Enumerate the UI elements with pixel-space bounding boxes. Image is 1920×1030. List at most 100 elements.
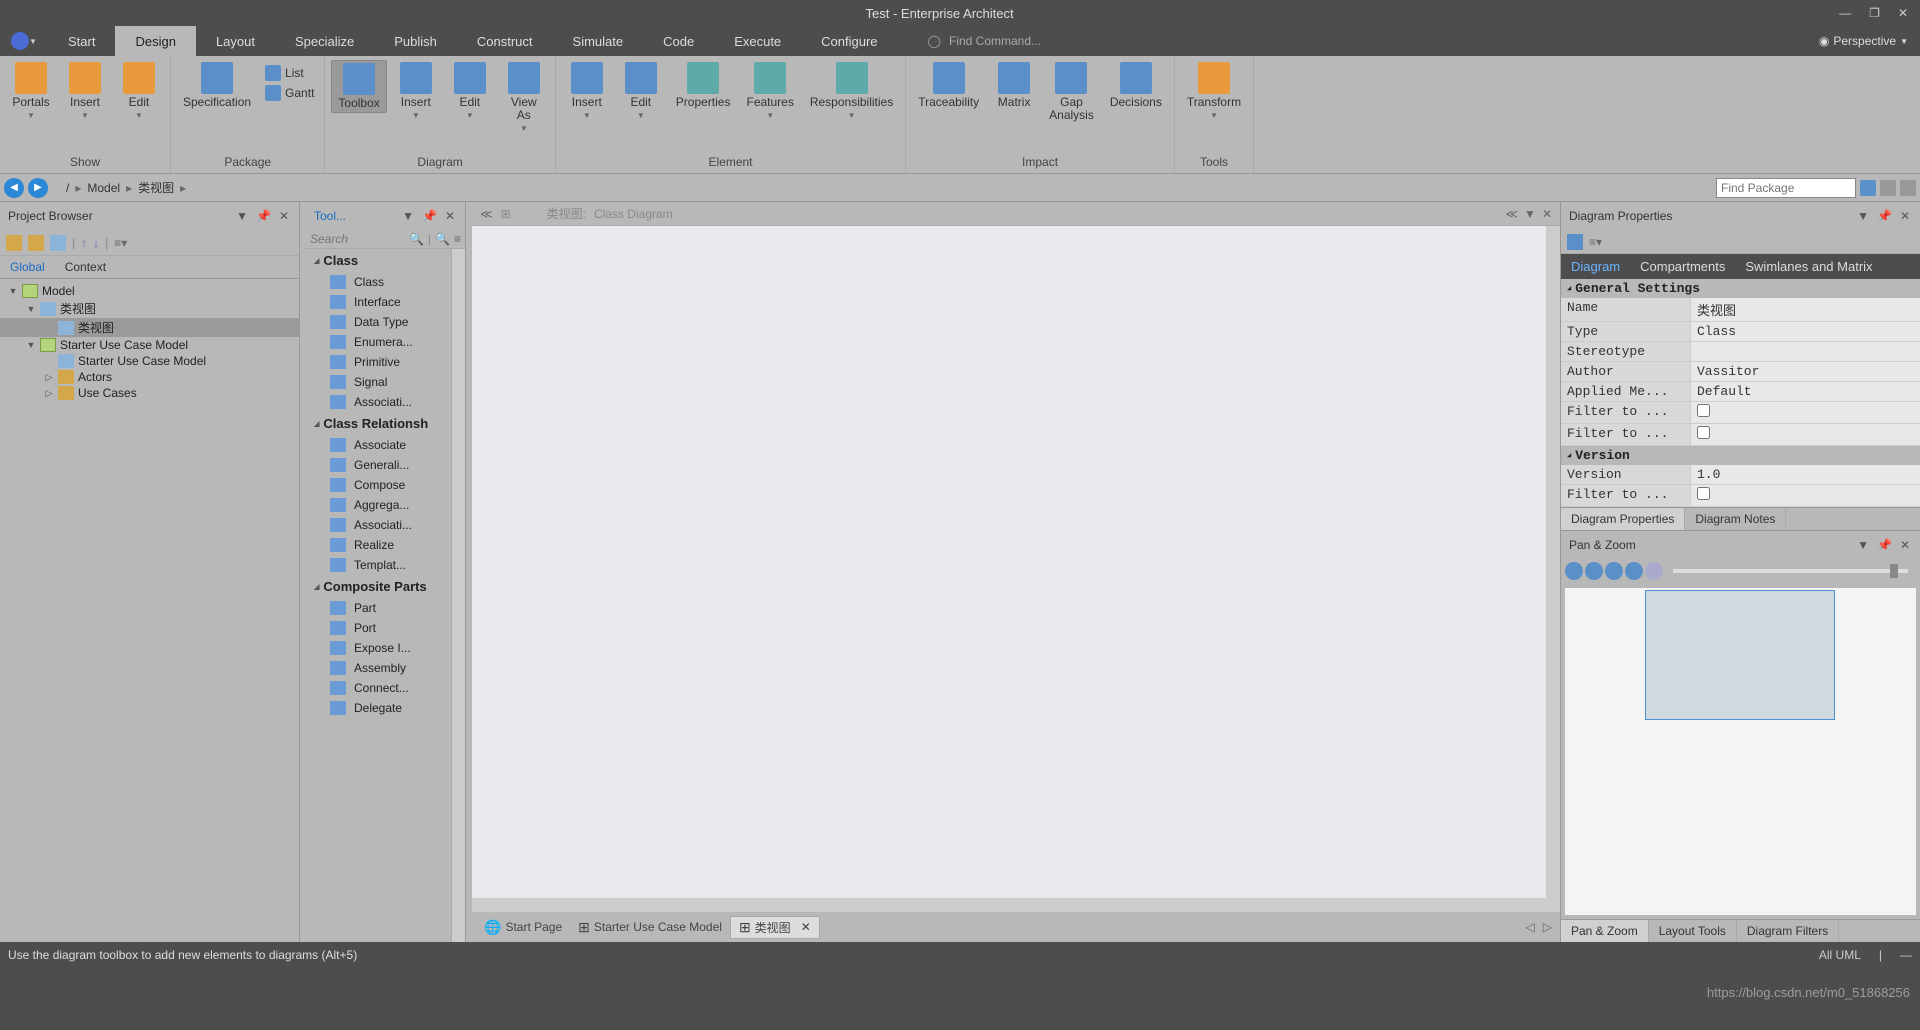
bottom-tab[interactable]: Diagram Properties	[1561, 508, 1685, 530]
toolbox-search-input[interactable]	[310, 232, 405, 246]
up-icon[interactable]: ↑	[81, 236, 87, 250]
down-icon[interactable]: ↓	[93, 236, 99, 250]
menu-simulate[interactable]: Simulate	[553, 26, 644, 56]
search-icon[interactable]: 🔍	[435, 232, 450, 246]
canvas-tab[interactable]: ⊞Starter Use Case Model	[570, 917, 730, 938]
checkbox[interactable]	[1697, 487, 1710, 500]
find-package-input[interactable]	[1716, 178, 1856, 198]
props-row[interactable]: Applied Me...Default	[1561, 382, 1920, 402]
pin-icon[interactable]: 📌	[420, 209, 439, 223]
bottom-tab[interactable]: Diagram Notes	[1685, 508, 1786, 530]
checkbox[interactable]	[1697, 404, 1710, 417]
toolbox-item[interactable]: Associati...	[306, 515, 451, 535]
features-button[interactable]: Features▼	[740, 60, 799, 122]
project-tree[interactable]: ▼Model▼类视图类视图▼Starter Use Case ModelStar…	[0, 279, 299, 942]
diagram-icon[interactable]	[50, 235, 66, 251]
props-row[interactable]: AuthorVassitor	[1561, 362, 1920, 382]
canvas-tab[interactable]: 🌐Start Page	[476, 917, 570, 938]
menu-code[interactable]: Code	[643, 26, 714, 56]
gantt-button[interactable]: Gantt	[261, 84, 318, 102]
menu-execute[interactable]: Execute	[714, 26, 801, 56]
save-icon[interactable]	[1567, 234, 1583, 250]
tree-node[interactable]: 类视图	[0, 318, 299, 337]
toolbox-item[interactable]: Class	[306, 272, 451, 292]
toolbox-item[interactable]: Assembly	[306, 658, 451, 678]
minimize-button[interactable]: —	[1839, 6, 1851, 20]
toolbox-item[interactable]: Connect...	[306, 678, 451, 698]
tree-node[interactable]: ▼Starter Use Case Model	[0, 337, 299, 353]
search-icon[interactable]: 🔍	[409, 232, 424, 246]
bottom-tab[interactable]: Pan & Zoom	[1561, 920, 1649, 942]
toolbox-item[interactable]: Templat...	[306, 555, 451, 575]
tree-node[interactable]: ▼类视图	[0, 299, 299, 318]
dropdown-icon[interactable]: ▼	[400, 209, 416, 223]
tree-node[interactable]: ▷Actors	[0, 369, 299, 385]
tree-node[interactable]: ▼Model	[0, 283, 299, 299]
menu-icon[interactable]: ≡▾	[114, 236, 127, 250]
props-section-header[interactable]: Version	[1561, 446, 1920, 465]
pb-tab-global[interactable]: Global	[0, 256, 55, 278]
specification-button[interactable]: Specification	[177, 60, 257, 111]
edit-element-button[interactable]: Edit▼	[616, 60, 666, 122]
toolbox-item[interactable]: Compose	[306, 475, 451, 495]
breadcrumb-item[interactable]: Model	[85, 181, 122, 195]
properties-grid[interactable]: General SettingsName类视图TypeClassStereoty…	[1561, 279, 1920, 507]
bottom-tab[interactable]: Layout Tools	[1649, 920, 1737, 942]
toolbox-item[interactable]: Signal	[306, 372, 451, 392]
menu-configure[interactable]: Configure	[801, 26, 897, 56]
transform-button[interactable]: Transform▼	[1181, 60, 1247, 122]
props-row[interactable]: Filter to ...	[1561, 424, 1920, 446]
dropdown-icon[interactable]: ▼	[1524, 207, 1536, 221]
zoom-out-icon[interactable]: —	[1900, 948, 1912, 962]
new-icon[interactable]	[6, 235, 22, 251]
props-tab[interactable]: Swimlanes and Matrix	[1735, 254, 1882, 279]
toolbox-category[interactable]: Composite Parts	[306, 575, 451, 598]
toolbox-item[interactable]: Delegate	[306, 698, 451, 718]
close-icon[interactable]: ✕	[443, 209, 457, 223]
menu-layout[interactable]: Layout	[196, 26, 275, 56]
props-row[interactable]: TypeClass	[1561, 322, 1920, 342]
checkbox[interactable]	[1697, 426, 1710, 439]
layout-icon[interactable]: ⊞	[501, 207, 511, 221]
list-button[interactable]: List	[261, 64, 318, 82]
zoom-slider[interactable]	[1673, 569, 1908, 573]
properties-button[interactable]: Properties	[670, 60, 737, 111]
edit-diagram-button[interactable]: Edit▼	[445, 60, 495, 122]
toolbox-item[interactable]: Realize	[306, 535, 451, 555]
bottom-tab[interactable]: Diagram Filters	[1737, 920, 1839, 942]
viewas-button[interactable]: View As▼	[499, 60, 549, 135]
props-tab[interactable]: Diagram	[1561, 254, 1630, 279]
collapse-right-icon[interactable]: ≪	[1505, 207, 1518, 221]
diagram-canvas[interactable]	[472, 226, 1560, 912]
toolbox-button[interactable]: Toolbox	[331, 60, 386, 113]
tree-node[interactable]: ▷Use Cases	[0, 385, 299, 401]
menu-specialize[interactable]: Specialize	[275, 26, 374, 56]
toolbox-category[interactable]: Class	[306, 249, 451, 272]
menu-design[interactable]: Design	[115, 26, 195, 56]
close-tab-icon[interactable]: ✕	[801, 920, 811, 934]
zoom-in-icon[interactable]	[1565, 562, 1583, 580]
insert-element-button[interactable]: Insert▼	[562, 60, 612, 122]
canvas-tab[interactable]: ⊞类视图✕	[730, 916, 820, 939]
scrollbar[interactable]	[451, 249, 465, 942]
edit-package-button[interactable]: Edit▼	[114, 60, 164, 122]
folder-icon[interactable]	[28, 235, 44, 251]
toolbox-category[interactable]: Class Relationsh	[306, 412, 451, 435]
options-icon[interactable]	[1900, 180, 1916, 196]
zoom-fit-icon[interactable]	[1605, 562, 1623, 580]
pin-icon[interactable]: 📌	[254, 209, 273, 223]
toolbox-item[interactable]: Part	[306, 598, 451, 618]
gap-analysis-button[interactable]: Gap Analysis	[1043, 60, 1100, 124]
tree-node[interactable]: Starter Use Case Model	[0, 353, 299, 369]
props-tab[interactable]: Compartments	[1630, 254, 1735, 279]
zoom-region-icon[interactable]	[1645, 562, 1663, 580]
pb-tab-context[interactable]: Context	[55, 256, 116, 278]
find-command[interactable]: ◯ Find Command...	[928, 26, 1041, 56]
collapse-icon[interactable]: ≪	[480, 207, 493, 221]
close-icon[interactable]: ✕	[1542, 207, 1552, 221]
toolbox-item[interactable]: Associate	[306, 435, 451, 455]
menu-icon[interactable]: ≡	[454, 232, 461, 246]
menu-construct[interactable]: Construct	[457, 26, 553, 56]
perspective-button[interactable]: ◉ Perspective ▼	[1819, 26, 1920, 56]
matrix-button[interactable]: Matrix	[989, 60, 1039, 111]
